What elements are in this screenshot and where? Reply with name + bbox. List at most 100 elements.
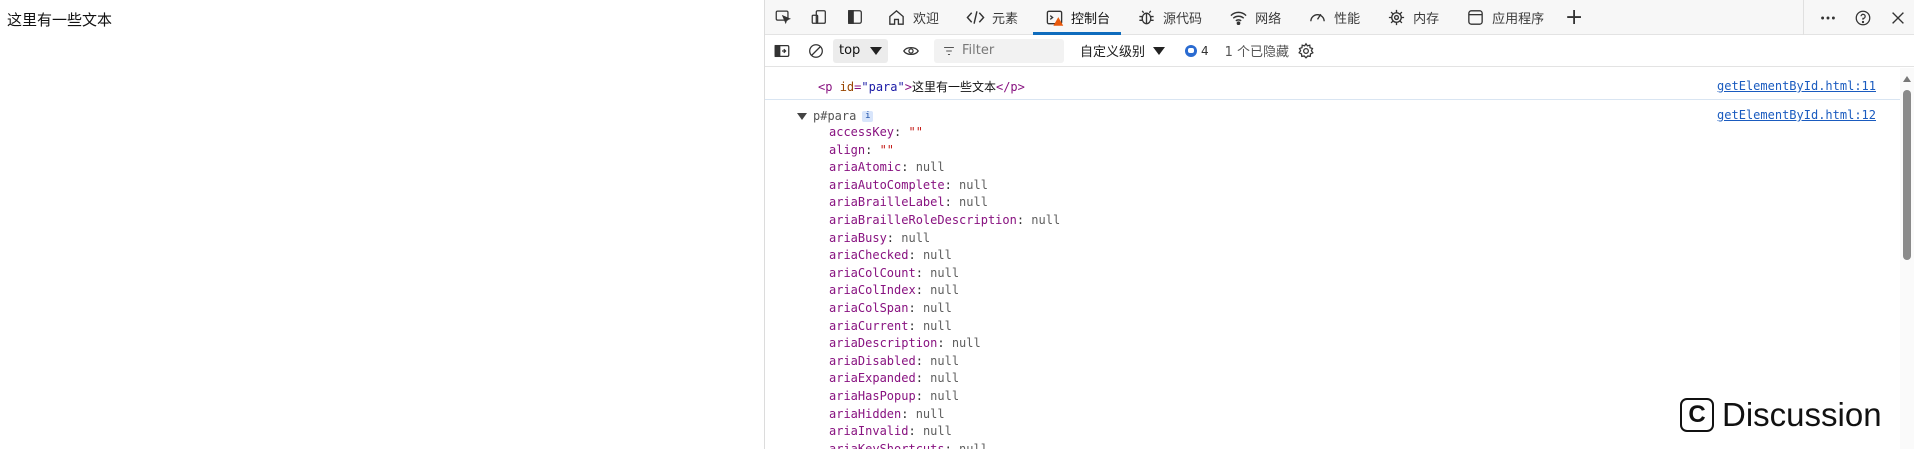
property-key: ariaBrailleRoleDescription <box>829 212 1017 227</box>
close-icon[interactable] <box>1880 0 1914 35</box>
console-scrollbar[interactable] <box>1900 68 1914 449</box>
chevron-down-icon <box>1153 46 1166 55</box>
property-key: ariaExpanded <box>829 371 916 386</box>
tab-bug[interactable]: 源代码 <box>1123 0 1215 35</box>
console-toolbar: top 自定义级别 4 1 个已隐藏 <box>765 35 1914 67</box>
discussion-label: Discussion <box>1722 396 1882 433</box>
property-value: null <box>922 318 952 333</box>
property-key: ariaKeyShortcuts <box>829 441 945 449</box>
discussion-watermark: C Discussion <box>1680 396 1882 434</box>
property-key: ariaBusy <box>829 230 887 245</box>
devtools-tabbar: 欢迎 元素 控制台 源代码 网络 性能 内存 应用程序 + <box>765 0 1914 35</box>
property-value: null <box>915 160 945 175</box>
property-key: ariaDescription <box>829 336 938 351</box>
property-row: ariaKeyShortcuts: null <box>829 441 1060 449</box>
element-log[interactable]: <p id="para">这里有一些文本</p> <box>818 78 1025 95</box>
dock-sidebar-icon[interactable] <box>837 0 873 35</box>
property-row: ariaBrailleRoleDescription: null <box>829 212 1061 227</box>
tab-label: 网络 <box>1255 11 1282 27</box>
property-row: ariaAtomic: null <box>829 160 945 175</box>
gauge-icon <box>1307 7 1327 27</box>
wifi-icon <box>1228 7 1248 27</box>
property-key: ariaDisabled <box>829 353 916 368</box>
property-row: ariaColIndex: null <box>829 283 960 298</box>
tab-label: 内存 <box>1413 11 1440 27</box>
tab-wifi[interactable]: 网络 <box>1215 0 1294 35</box>
property-value: null <box>959 195 988 210</box>
property-key: ariaColCount <box>829 265 916 280</box>
property-value: null <box>1031 212 1061 227</box>
property-key: ariaColIndex <box>829 283 916 298</box>
property-row: ariaChecked: null <box>829 248 952 263</box>
chip-icon <box>1386 7 1406 27</box>
info-icon[interactable]: i <box>862 110 874 122</box>
expand-triangle-icon[interactable] <box>797 112 807 120</box>
tab-label: 源代码 <box>1163 11 1203 27</box>
property-value: null <box>930 265 960 280</box>
property-key: align <box>829 142 866 157</box>
tab-label: 元素 <box>992 11 1019 27</box>
page-paragraph: 这里有一些文本 <box>7 11 113 29</box>
property-key: ariaAtomic <box>829 160 902 175</box>
filter-icon <box>944 46 954 55</box>
app-icon <box>1465 7 1485 27</box>
source-link[interactable]: getElementById.html:12 <box>1717 108 1876 122</box>
bug-icon <box>1136 7 1156 27</box>
property-value: null <box>951 336 981 351</box>
chevron-down-icon <box>870 46 883 55</box>
property-value: null <box>930 353 960 368</box>
source-link[interactable]: getElementById.html:11 <box>1717 79 1876 93</box>
device-emulation-icon[interactable] <box>801 0 837 35</box>
toggle-sidebar-icon[interactable] <box>765 35 799 67</box>
divider <box>1803 0 1804 35</box>
property-value: null <box>915 406 945 421</box>
property-row: ariaBrailleLabel: null <box>829 195 988 210</box>
property-key: ariaBrailleLabel <box>829 195 945 210</box>
issues-count: 4 <box>1201 43 1209 58</box>
settings-gear-icon[interactable] <box>1289 35 1323 67</box>
tab-gauge[interactable]: 性能 <box>1294 0 1373 35</box>
devtools-panel: 欢迎 元素 控制台 源代码 网络 性能 内存 应用程序 + top Filter… <box>764 0 1914 449</box>
property-value: null <box>930 388 960 403</box>
property-value: "" <box>879 142 895 157</box>
property-value: "" <box>908 125 923 139</box>
log-levels-dropdown[interactable]: 自定义级别 <box>1076 39 1169 63</box>
clear-console-icon[interactable] <box>799 35 833 67</box>
devtools-tabs: 欢迎 元素 控制台 源代码 网络 性能 内存 应用程序 <box>873 0 1557 35</box>
tab-chip[interactable]: 内存 <box>1373 0 1452 35</box>
scrollbar-thumb[interactable] <box>1903 90 1911 260</box>
tab-code[interactable]: 元素 <box>952 0 1031 35</box>
issues-counter[interactable]: 4 <box>1185 44 1209 58</box>
property-row: ariaExpanded: null <box>829 371 960 386</box>
scroll-up-icon[interactable] <box>1903 76 1911 82</box>
property-key: accessKey <box>829 125 895 139</box>
more-options-icon[interactable] <box>1810 0 1845 35</box>
object-label: p#para <box>813 109 857 123</box>
property-row: ariaHidden: null <box>829 406 945 421</box>
property-key: ariaHasPopup <box>829 388 916 403</box>
tab-label: 性能 <box>1334 11 1361 27</box>
property-value: null <box>930 283 960 298</box>
live-expression-icon[interactable] <box>894 35 928 67</box>
property-value: null <box>901 230 931 245</box>
property-row: ariaHasPopup: null <box>829 388 960 403</box>
help-icon[interactable] <box>1845 0 1880 35</box>
property-row: ariaBusy: null <box>829 230 931 245</box>
add-tab-button[interactable]: + <box>1557 0 1591 35</box>
inspect-element-icon[interactable] <box>765 0 801 35</box>
tab-label: 欢迎 <box>913 11 940 27</box>
object-header[interactable]: p#para i <box>797 109 874 123</box>
property-key: ariaChecked <box>829 248 909 263</box>
filter-input[interactable] <box>962 43 1057 58</box>
property-row: ariaCurrent: null <box>829 318 952 333</box>
tab-console[interactable]: 控制台 <box>1031 0 1123 35</box>
context-selector[interactable]: top <box>833 38 888 63</box>
tab-label: 应用程序 <box>1492 11 1545 27</box>
console-message: <p id="para">这里有一些文本</p> getElementById.… <box>765 68 1901 100</box>
property-value: null <box>930 371 960 386</box>
tab-home[interactable]: 欢迎 <box>873 0 952 35</box>
filter-box[interactable] <box>934 38 1064 63</box>
tab-app[interactable]: 应用程序 <box>1452 0 1557 35</box>
property-value: null <box>959 441 988 449</box>
property-key: ariaCurrent <box>829 318 909 333</box>
